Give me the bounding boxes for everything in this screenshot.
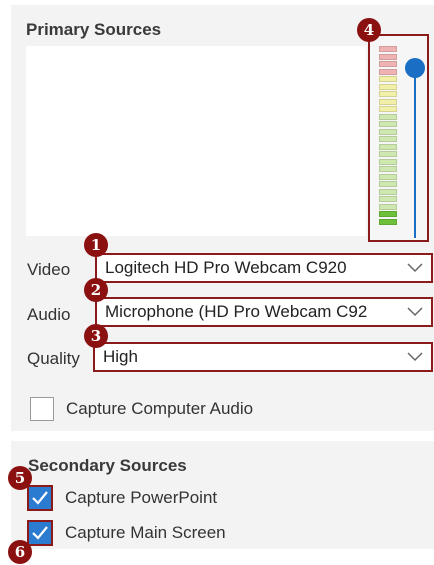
capture-computer-audio-row[interactable]: Capture Computer Audio bbox=[30, 397, 253, 421]
audio-source-select[interactable]: Microphone (HD Pro Webcam C92 bbox=[95, 297, 433, 327]
callout-badge-3: 3 bbox=[84, 324, 108, 348]
meter-segment bbox=[379, 76, 397, 82]
audio-gain-slider-thumb[interactable] bbox=[405, 58, 425, 78]
checkmark-icon bbox=[32, 491, 48, 505]
meter-segment bbox=[379, 218, 397, 225]
audio-gain-slider-track[interactable] bbox=[414, 68, 416, 238]
meter-segment bbox=[379, 98, 397, 105]
callout-badge-5: 5 bbox=[8, 466, 32, 490]
capture-main-screen-label: Capture Main Screen bbox=[65, 523, 226, 542]
capture-main-screen-row[interactable]: Capture Main Screen bbox=[27, 520, 226, 546]
capture-powerpoint-label: Capture PowerPoint bbox=[65, 488, 218, 507]
capture-computer-audio-label: Capture Computer Audio bbox=[66, 399, 254, 418]
video-preview bbox=[26, 46, 366, 236]
callout-badge-6: 6 bbox=[8, 540, 32, 564]
quality-label: Quality bbox=[27, 349, 80, 368]
callout-badge-4: 4 bbox=[357, 18, 381, 42]
chevron-down-icon bbox=[399, 255, 431, 281]
meter-segment bbox=[379, 211, 397, 217]
meter-segment bbox=[379, 46, 397, 52]
meter-segment bbox=[379, 61, 397, 67]
meter-segment bbox=[379, 83, 397, 90]
audio-source-value: Microphone (HD Pro Webcam C92 bbox=[105, 302, 368, 321]
capture-main-screen-checkbox[interactable] bbox=[27, 520, 53, 546]
chevron-down-icon bbox=[399, 299, 431, 325]
chevron-down-icon bbox=[399, 344, 431, 370]
meter-segment bbox=[379, 128, 397, 135]
meter-segment bbox=[379, 143, 397, 150]
meter-segment bbox=[379, 181, 397, 187]
secondary-sources-title: Secondary Sources bbox=[28, 456, 187, 475]
meter-segment bbox=[379, 113, 397, 120]
callout-badge-1: 1 bbox=[84, 233, 108, 257]
meter-segment bbox=[379, 173, 397, 180]
meter-segment bbox=[379, 203, 397, 210]
callout-badge-2: 2 bbox=[84, 278, 108, 302]
video-source-select[interactable]: Logitech HD Pro Webcam C920 bbox=[95, 253, 433, 283]
capture-computer-audio-checkbox[interactable] bbox=[30, 397, 54, 421]
primary-sources-title: Primary Sources bbox=[26, 20, 162, 39]
meter-segment bbox=[379, 166, 397, 172]
meter-segment bbox=[379, 68, 397, 75]
meter-segment bbox=[379, 106, 397, 112]
checkmark-icon bbox=[32, 526, 48, 540]
meter-segment bbox=[379, 151, 397, 157]
capture-powerpoint-row[interactable]: Capture PowerPoint bbox=[27, 485, 217, 511]
audio-label: Audio bbox=[27, 305, 71, 324]
meter-segment bbox=[379, 158, 397, 165]
quality-select[interactable]: High bbox=[93, 342, 433, 372]
meter-segment bbox=[379, 136, 397, 142]
capture-powerpoint-checkbox[interactable] bbox=[27, 485, 53, 511]
audio-meter-segments bbox=[379, 46, 397, 225]
meter-segment bbox=[379, 91, 397, 97]
meter-segment bbox=[379, 121, 397, 127]
quality-value: High bbox=[103, 347, 138, 366]
meter-segment bbox=[379, 53, 397, 60]
video-label: Video bbox=[27, 260, 71, 279]
meter-segment bbox=[379, 196, 397, 202]
video-source-value: Logitech HD Pro Webcam C920 bbox=[105, 258, 347, 277]
meter-segment bbox=[379, 188, 397, 195]
